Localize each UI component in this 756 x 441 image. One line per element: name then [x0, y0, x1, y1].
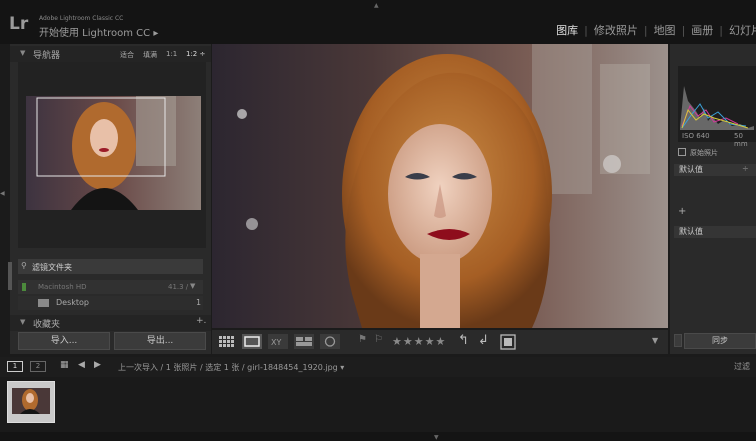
chevron-down-icon[interactable]: ▼: [190, 282, 195, 290]
navigator-title: 导航器: [33, 51, 61, 61]
zoom-1-1[interactable]: 1:1: [166, 50, 177, 58]
export-button[interactable]: 导出...: [114, 332, 206, 350]
original-photo-checkbox[interactable]: [678, 148, 686, 156]
page-1-button[interactable]: 1: [7, 361, 23, 372]
navigator-header[interactable]: ▼ 导航器 适合 填满 1:1 1:2 ÷: [10, 46, 211, 62]
chevron-down-icon[interactable]: ▼: [652, 336, 658, 345]
compare-view-icon[interactable]: XY: [268, 334, 288, 349]
thumbnail-photo: [8, 382, 54, 422]
left-panel: ▼ 导航器 适合 填满 1:1 1:2 ÷ ⚲ 滤镜文件夹 Macintosh …: [10, 44, 211, 354]
folder-row-desktop[interactable]: Desktop 1: [18, 296, 203, 310]
rotate-right-icon[interactable]: ↲: [478, 333, 489, 348]
zoom-1-2[interactable]: 1:2 ÷: [186, 50, 205, 58]
loupe-view-icon[interactable]: [242, 334, 262, 349]
grid-icon[interactable]: ▦: [60, 360, 69, 370]
triangle-down-icon: ▼: [20, 318, 26, 326]
collapse-left-arrow-icon[interactable]: ◀: [0, 190, 5, 197]
star-rating[interactable]: ★★★★★: [392, 335, 446, 348]
preset-select-2[interactable]: 默认值: [674, 226, 756, 238]
bottom-edge: ▼: [0, 432, 756, 441]
flag-icon[interactable]: ⚑: [358, 334, 367, 345]
folder-count: 1: [196, 298, 202, 307]
module-slideshow[interactable]: 幻灯片: [729, 24, 756, 37]
search-icon: ⚲: [21, 261, 27, 270]
import-button[interactable]: 导入...: [18, 332, 110, 350]
survey-view-icon[interactable]: [294, 334, 314, 349]
crop-icon[interactable]: [500, 334, 516, 350]
select-arrows-icon: ÷: [742, 164, 749, 173]
collections-header[interactable]: ▼ 收藏夹 +.: [10, 315, 211, 331]
navigator-photo[interactable]: [26, 96, 201, 210]
library-toolbar: XY ⚑ ⚐ ★★★★★ ↰ ↲ ▼: [212, 330, 668, 354]
histogram[interactable]: [678, 66, 756, 142]
volume-label: Macintosh HD: [38, 283, 87, 291]
module-picker: 图库|修改照片|地图|画册|幻灯片: [556, 22, 756, 38]
volume-row[interactable]: Macintosh HD 41.3 / ▼: [18, 280, 203, 294]
sync-toggle[interactable]: [674, 334, 682, 347]
volume-meta: 41.3 /: [168, 283, 189, 291]
module-book[interactable]: 画册: [691, 24, 713, 37]
folder-label: Desktop: [56, 298, 89, 307]
rotate-left-icon[interactable]: ↰: [458, 333, 469, 348]
triangle-down-icon: ▼: [20, 49, 26, 57]
collapse-top-arrow-icon[interactable]: ▲: [374, 2, 379, 9]
zoom-fill[interactable]: 填满: [143, 50, 157, 60]
app-name: Adobe Lightroom Classic CC: [39, 15, 124, 22]
back-arrow-icon[interactable]: ◀: [78, 360, 85, 370]
people-view-icon[interactable]: [320, 334, 340, 349]
zoom-fit[interactable]: 适合: [120, 50, 134, 60]
folder-icon: [38, 299, 49, 307]
filter-folders-row[interactable]: ⚲ 滤镜文件夹: [18, 259, 203, 274]
filter-label: 过滤: [734, 362, 750, 371]
grid-view-icon[interactable]: [218, 335, 236, 348]
loupe-photo-area[interactable]: [212, 44, 668, 328]
collections-title: 收藏夹: [33, 320, 61, 330]
module-map[interactable]: 地图: [654, 24, 676, 37]
add-preset-button[interactable]: +: [678, 206, 686, 217]
focal-length: 50 mm: [734, 132, 748, 148]
svg-text:XY: XY: [271, 338, 281, 347]
forward-arrow-icon[interactable]: ▶: [94, 360, 101, 370]
left-scrollbar[interactable]: [8, 262, 12, 290]
breadcrumb[interactable]: 上一次导入 / 1 张照片 / 选定 1 张 / girl-1848454_19…: [118, 362, 344, 373]
filmstrip: [0, 377, 756, 432]
sync-button[interactable]: 同步: [684, 333, 756, 349]
volume-status-indicator: [22, 283, 26, 291]
top-bar: Lr Adobe Lightroom Classic CC 开始使用 Light…: [0, 0, 756, 44]
collapse-bottom-arrow-icon[interactable]: ▼: [434, 434, 439, 441]
page-2-button[interactable]: 2: [30, 361, 46, 372]
lightroom-logo: Lr: [9, 14, 29, 34]
filmstrip-thumbnail[interactable]: [7, 381, 55, 423]
main-photo: [212, 44, 668, 328]
lightroom-cc-link[interactable]: 开始使用 Lightroom CC ▸: [39, 24, 158, 39]
add-collection-button[interactable]: +.: [196, 316, 206, 326]
filmstrip-header: 1 2 ▦ ◀ ▶ 上一次导入 / 1 张照片 / 选定 1 张 / girl-…: [0, 357, 756, 377]
filter-label: 滤镜文件夹: [32, 263, 72, 272]
original-photo-label: 原始照片: [690, 149, 718, 157]
right-panel: ISO 640 50 mm 原始照片 默认值 ÷ + 默认值 同步: [670, 44, 756, 354]
module-library[interactable]: 图库: [556, 24, 578, 37]
reject-flag-icon[interactable]: ⚐: [374, 334, 383, 345]
iso-value: ISO 640: [682, 132, 710, 140]
module-develop[interactable]: 修改照片: [594, 24, 638, 37]
navigator-preview[interactable]: [18, 62, 206, 248]
